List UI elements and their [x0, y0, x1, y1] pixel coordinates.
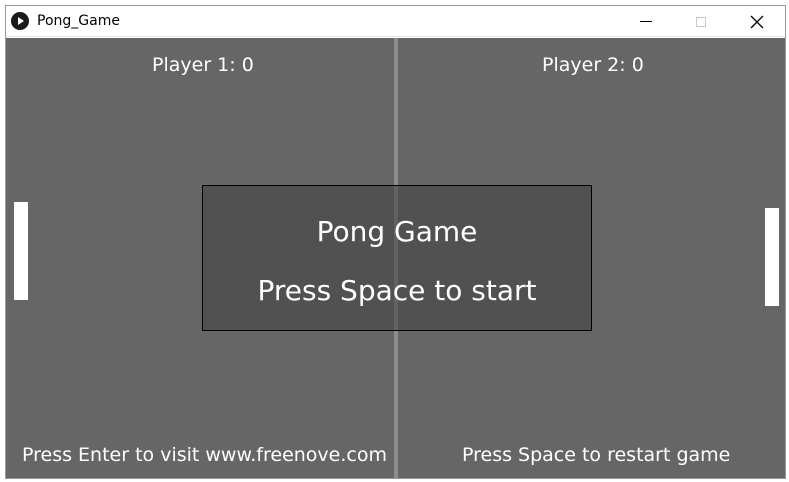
right-paddle	[765, 208, 779, 306]
minimize-button[interactable]	[623, 6, 669, 37]
window-title: Pong_Game	[37, 13, 120, 29]
close-button[interactable]	[734, 6, 780, 37]
game-canvas[interactable]: Player 1: 0 Player 2: 0 Pong Game Press …	[6, 38, 785, 478]
hint-visit-website: Press Enter to visit www.freenove.com	[22, 444, 387, 466]
close-icon	[750, 15, 764, 28]
maximize-button[interactable]	[678, 6, 724, 37]
player2-score: Player 2: 0	[542, 54, 644, 76]
maximize-icon	[696, 16, 706, 27]
dialog-title: Pong Game	[316, 215, 478, 248]
hint-restart: Press Space to restart game	[462, 444, 731, 466]
title-bar[interactable]: Pong_Game	[6, 6, 785, 37]
minimize-icon	[640, 21, 652, 22]
left-paddle	[14, 202, 28, 300]
dialog-subtitle: Press Space to start	[257, 274, 537, 307]
player1-score: Player 1: 0	[152, 54, 254, 76]
play-icon	[11, 12, 29, 30]
start-dialog: Pong Game Press Space to start	[202, 185, 592, 331]
app-window: Pong_Game Player 1: 0 Player 2: 0 Pong G…	[5, 5, 786, 479]
